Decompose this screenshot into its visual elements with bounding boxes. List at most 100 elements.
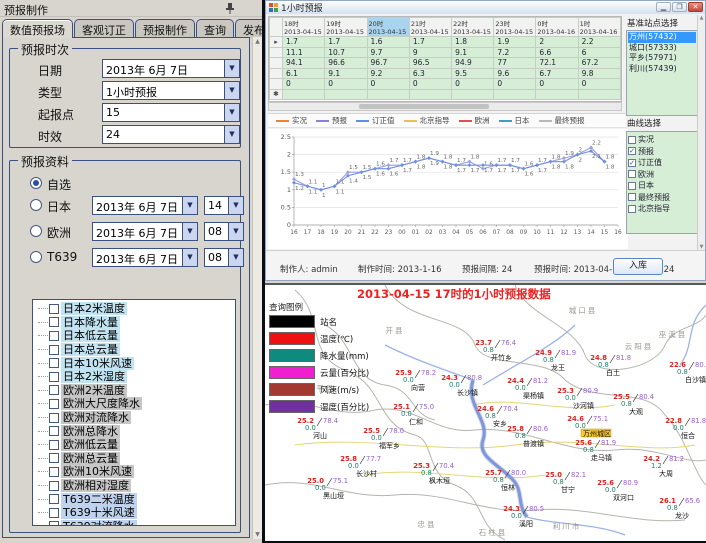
checkbox[interactable] <box>49 304 59 314</box>
column-header[interactable]: 0时2013-04-16 <box>536 18 578 37</box>
tree-item[interactable]: 欧洲10米风速 <box>35 465 235 479</box>
table-cell[interactable]: 9 <box>409 47 451 58</box>
table-row[interactable]: 11.110.79.799.17.26.66 <box>270 47 621 58</box>
checkbox[interactable] <box>628 170 636 178</box>
grid-horizontal-scrollbar[interactable] <box>268 102 622 111</box>
column-header[interactable]: 23时2013-04-15 <box>494 18 536 37</box>
table-cell[interactable]: 1.6 <box>367 37 409 48</box>
map-station[interactable]: 25.880.60.8普渡镇 <box>507 425 548 448</box>
tree-item[interactable]: 日本2米湿度 <box>35 370 235 384</box>
save-to-db-button[interactable]: 入库 <box>613 258 663 275</box>
curve-checkbox-list[interactable]: 实况✓预报✓订正值欧洲日本最终预报北京指导 <box>626 131 698 234</box>
map-station[interactable]: 25.580.40.8大观 <box>613 393 654 416</box>
checkbox[interactable] <box>49 494 59 504</box>
tree-item[interactable]: T639二米温度 <box>35 492 235 506</box>
checkbox[interactable] <box>49 440 59 450</box>
table-row[interactable]: ▸1.71.71.61.71.81.922.2 <box>270 37 621 48</box>
tree-item[interactable]: T639对流降水 <box>35 520 235 527</box>
checkbox[interactable]: ✓ <box>628 159 636 167</box>
map-station[interactable]: 25.978.20.0向营 <box>395 369 436 392</box>
curve-option[interactable]: 北京指导 <box>628 203 696 215</box>
table-cell[interactable]: 9.1 <box>325 68 367 79</box>
table-cell[interactable]: 6 <box>578 47 620 58</box>
table-cell[interactable]: 0 <box>325 79 367 90</box>
table-cell[interactable]: 77 <box>494 58 536 69</box>
table-cell[interactable]: 0 <box>452 79 494 90</box>
checkbox[interactable] <box>628 193 636 201</box>
table-cell[interactable]: 6.1 <box>282 68 324 79</box>
chevron-down-icon[interactable]: ▼ <box>182 223 197 240</box>
left-scrollbar[interactable]: ▲ ▼ <box>252 37 262 539</box>
window-vertical-scrollbar[interactable]: ▲ ▼ <box>697 15 705 250</box>
minimize-button[interactable]: ▁ <box>656 2 671 12</box>
map-station[interactable]: 24.281.21.2大周 <box>643 455 684 478</box>
column-header[interactable]: 21时2013-04-15 <box>409 18 451 37</box>
map-station[interactable]: 24.981.90.8龙王 <box>535 349 576 372</box>
japan-radio[interactable] <box>30 199 42 211</box>
table-row[interactable]: 00000000 <box>270 79 621 90</box>
table-cell[interactable] <box>409 89 451 100</box>
table-cell[interactable]: 9.1 <box>452 47 494 58</box>
table-cell[interactable]: 1.7 <box>282 37 324 48</box>
table-row[interactable]: 6.19.19.26.39.59.66.79.8 <box>270 68 621 79</box>
map-station[interactable]: 25.075.10.0黑山垭 <box>307 477 348 500</box>
table-cell[interactable]: 2 <box>536 37 578 48</box>
table-cell[interactable]: 0 <box>494 79 536 90</box>
station-option[interactable]: 利川(57439) <box>628 64 696 75</box>
table-cell[interactable]: 67.2 <box>578 58 620 69</box>
table-cell[interactable]: 6.6 <box>536 47 578 58</box>
checkbox[interactable] <box>628 182 636 190</box>
table-cell[interactable]: 96.6 <box>325 58 367 69</box>
table-cell[interactable] <box>367 89 409 100</box>
chevron-down-icon[interactable]: ▼ <box>182 197 197 214</box>
tree-item[interactable]: 欧洲总降水 <box>35 424 235 438</box>
tree-item[interactable]: 日本降水量 <box>35 316 235 330</box>
tab-1[interactable]: 数值预报场 <box>2 19 73 38</box>
t639-hour-combo[interactable]: 08▼ <box>204 248 244 267</box>
table-cell[interactable]: 9.7 <box>367 47 409 58</box>
europe-radio[interactable] <box>30 225 42 237</box>
map-station[interactable]: 22.680.80.8白沙镇 <box>669 361 706 384</box>
station-listbox[interactable]: 万州(57432)城口(57333)平乡(57971)利川(57439) <box>626 30 698 116</box>
tab-3[interactable]: 预报制作 <box>135 19 195 38</box>
map-station[interactable]: 24.675.10.0万州城区 <box>567 415 611 438</box>
table-cell[interactable]: 9.5 <box>452 68 494 79</box>
close-button[interactable]: ✕ <box>688 2 703 12</box>
map-station[interactable]: 25.680.90.0双河口 <box>597 479 638 502</box>
table-cell[interactable]: 6.3 <box>409 68 451 79</box>
curve-option[interactable]: ✓订正值 <box>628 157 696 169</box>
chevron-down-icon[interactable]: ▼ <box>228 197 243 214</box>
custom-radio[interactable] <box>30 177 42 189</box>
checkbox[interactable] <box>49 453 59 463</box>
tree-item[interactable]: 欧洲2米温度 <box>35 384 235 398</box>
window-caption[interactable]: 1小时预报 ▁ ❐ ✕ <box>266 1 705 14</box>
checkbox[interactable] <box>49 413 59 423</box>
t639-date-combo[interactable]: 2013年 6月 7日▼ <box>92 248 198 267</box>
map-station[interactable]: 22.881.80.0恒合 <box>665 417 706 440</box>
chevron-down-icon[interactable]: ▼ <box>224 104 239 121</box>
table-cell[interactable]: 0 <box>409 79 451 90</box>
table-cell[interactable] <box>325 89 367 100</box>
table-cell[interactable]: 96.5 <box>409 58 451 69</box>
tree-item[interactable]: 日本低云量 <box>35 329 235 343</box>
map-station[interactable]: 24.481.20.0渠杨镇 <box>507 377 548 400</box>
tree-item[interactable]: 日本2米温度 <box>35 302 235 316</box>
curve-option[interactable]: 实况 <box>628 134 696 146</box>
checkbox[interactable] <box>49 521 59 526</box>
chevron-down-icon[interactable]: ▼ <box>228 223 243 240</box>
checkbox[interactable] <box>49 372 59 382</box>
map-station[interactable]: 25.877.70.0长沙村 <box>340 455 381 478</box>
chevron-down-icon[interactable]: ▼ <box>224 82 239 99</box>
tab-2[interactable]: 客观订正 <box>74 19 134 38</box>
column-header[interactable]: 20时2013-04-15 <box>367 18 409 37</box>
chevron-down-icon[interactable]: ▼ <box>224 126 239 143</box>
forecast-chart[interactable]: 00.511.522.51617181920212223000102030405… <box>268 129 628 249</box>
chevron-down-icon[interactable]: ▼ <box>224 60 239 77</box>
map-station[interactable]: 23.776.40.8开竹乡 <box>475 339 516 362</box>
table-cell[interactable] <box>282 89 324 100</box>
table-cell[interactable]: 0 <box>282 79 324 90</box>
scroll-down-icon[interactable]: ▼ <box>253 531 262 538</box>
maximize-button[interactable]: ❐ <box>672 2 687 12</box>
table-cell[interactable]: 1.7 <box>325 37 367 48</box>
table-row[interactable]: ✱ <box>270 89 621 100</box>
